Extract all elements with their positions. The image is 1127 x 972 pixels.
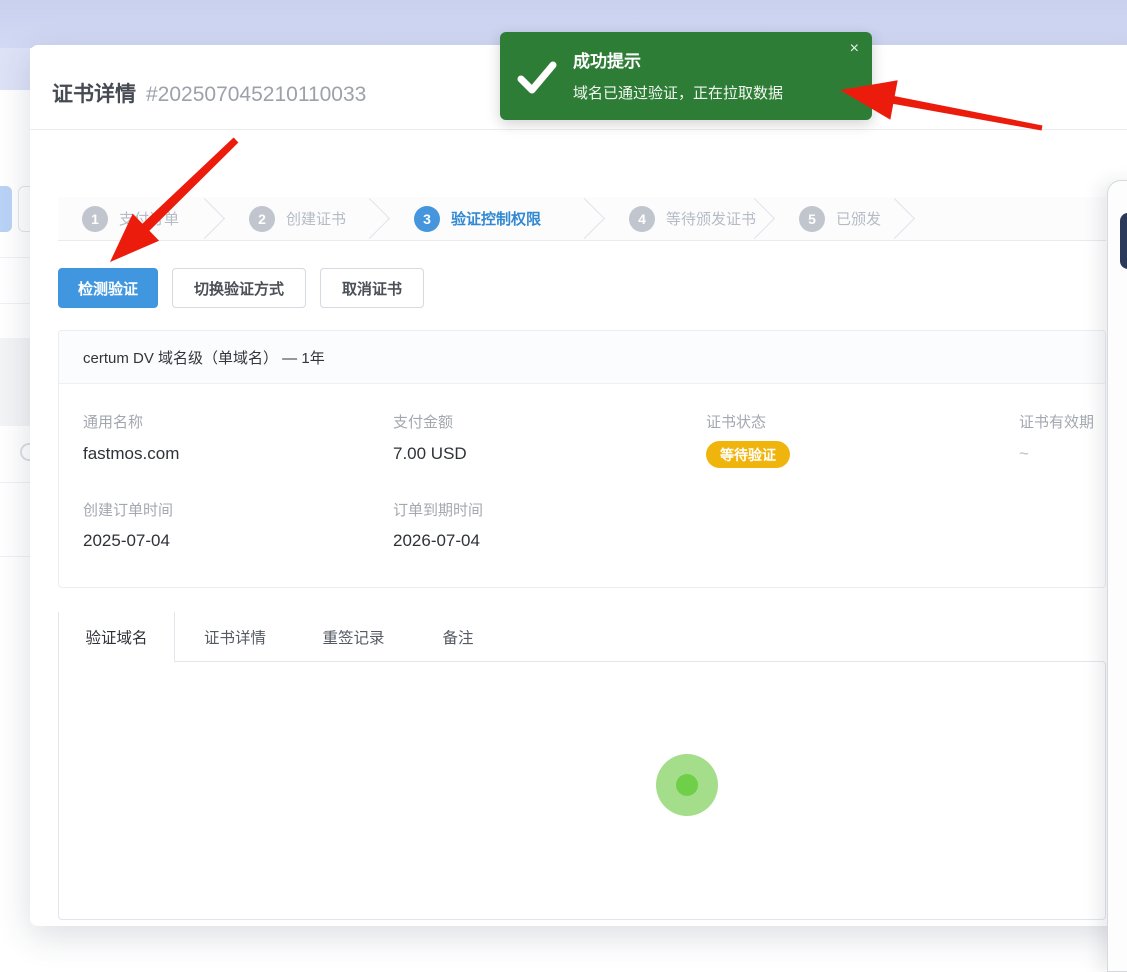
field-label-cert-validity: 证书有效期 bbox=[1019, 411, 1094, 432]
certificate-detail-modal: 证书详情 #202507045210110033 1 支付订单 2 创建证书 3 … bbox=[30, 45, 1127, 926]
field-value-payment-amount: 7.00 USD bbox=[393, 444, 467, 464]
step-label: 支付订单 bbox=[119, 208, 179, 229]
field-label-order-expires: 订单到期时间 bbox=[393, 499, 483, 520]
page-title: 证书详情 bbox=[52, 83, 136, 106]
step-label: 创建证书 bbox=[286, 208, 346, 229]
screen: 证书详情 #202507045210110033 1 支付订单 2 创建证书 3 … bbox=[0, 0, 1127, 972]
modal-title-row: 证书详情 #202507045210110033 bbox=[52, 78, 366, 108]
switch-verification-method-button[interactable]: 切换验证方式 bbox=[172, 268, 306, 308]
background-row-fragment bbox=[0, 338, 30, 426]
side-widget-button[interactable] bbox=[1120, 213, 1127, 269]
tab-content-panel bbox=[58, 661, 1106, 920]
field-label-payment-amount: 支付金额 bbox=[393, 411, 453, 432]
chevron-separator-icon bbox=[874, 198, 915, 239]
cancel-certificate-button[interactable]: 取消证书 bbox=[320, 268, 424, 308]
side-widget-panel bbox=[1107, 180, 1127, 972]
field-value-order-expires: 2026-07-04 bbox=[393, 531, 480, 551]
background-divider bbox=[0, 482, 30, 483]
background-selected-item-fragment bbox=[0, 186, 12, 232]
step-number: 2 bbox=[249, 206, 275, 232]
step-number: 1 bbox=[82, 206, 108, 232]
step-number: 3 bbox=[414, 206, 440, 232]
field-value-order-created: 2025-07-04 bbox=[83, 531, 170, 551]
check-verification-button[interactable]: 检测验证 bbox=[58, 268, 158, 308]
step-number: 5 bbox=[799, 206, 825, 232]
field-label-common-name: 通用名称 bbox=[83, 411, 143, 432]
product-name: certum DV 域名级（单域名） — 1年 bbox=[59, 331, 1105, 384]
step-pay-order: 1 支付订单 bbox=[58, 197, 225, 240]
step-create-cert: 2 创建证书 bbox=[225, 197, 390, 240]
field-value-cert-validity: ~ bbox=[1019, 444, 1029, 464]
success-toast: 成功提示 域名已通过验证，正在拉取数据 × bbox=[500, 32, 872, 120]
order-id: #202507045210110033 bbox=[146, 83, 366, 106]
status-badge: 等待验证 bbox=[706, 441, 790, 468]
field-label-cert-status: 证书状态 bbox=[706, 411, 766, 432]
toast-title: 成功提示 bbox=[573, 47, 641, 72]
step-verify-control: 3 验证控制权限 bbox=[390, 197, 605, 240]
success-check-icon bbox=[516, 58, 558, 98]
step-wait-issue: 4 等待颁发证书 bbox=[605, 197, 775, 240]
tab-reissue-records[interactable]: 重签记录 bbox=[295, 612, 412, 662]
field-value-common-name: fastmos.com bbox=[83, 444, 179, 464]
chevron-separator-icon bbox=[184, 198, 225, 239]
step-issued: 5 已颁发 bbox=[775, 197, 915, 240]
background-divider bbox=[0, 257, 30, 258]
tab-cert-details[interactable]: 证书详情 bbox=[175, 612, 295, 662]
background-sidebar-fragment bbox=[0, 48, 30, 90]
chevron-separator-icon bbox=[349, 198, 390, 239]
loading-spinner-core bbox=[676, 774, 698, 796]
step-filler bbox=[915, 197, 1106, 240]
loading-spinner-icon bbox=[656, 754, 718, 816]
step-label: 验证控制权限 bbox=[451, 208, 541, 229]
background-divider bbox=[0, 556, 30, 557]
tab-remarks[interactable]: 备注 bbox=[412, 612, 504, 662]
chevron-separator-icon bbox=[734, 198, 775, 239]
toast-message: 域名已通过验证，正在拉取数据 bbox=[573, 82, 783, 103]
background-divider bbox=[0, 303, 30, 304]
tab-verify-domain[interactable]: 验证域名 bbox=[58, 612, 175, 662]
close-icon[interactable]: × bbox=[850, 39, 859, 59]
chevron-separator-icon bbox=[564, 198, 605, 239]
certificate-info-card: certum DV 域名级（单域名） — 1年 通用名称 fastmos.com… bbox=[58, 330, 1106, 588]
step-wizard: 1 支付订单 2 创建证书 3 验证控制权限 4 等待颁发证书 5 已颁 bbox=[58, 197, 1106, 241]
field-label-order-created: 创建订单时间 bbox=[83, 499, 173, 520]
detail-tabs: 验证域名 证书详情 重签记录 备注 bbox=[58, 612, 504, 662]
step-number: 4 bbox=[629, 206, 655, 232]
action-toolbar: 检测验证 切换验证方式 取消证书 bbox=[58, 268, 424, 308]
